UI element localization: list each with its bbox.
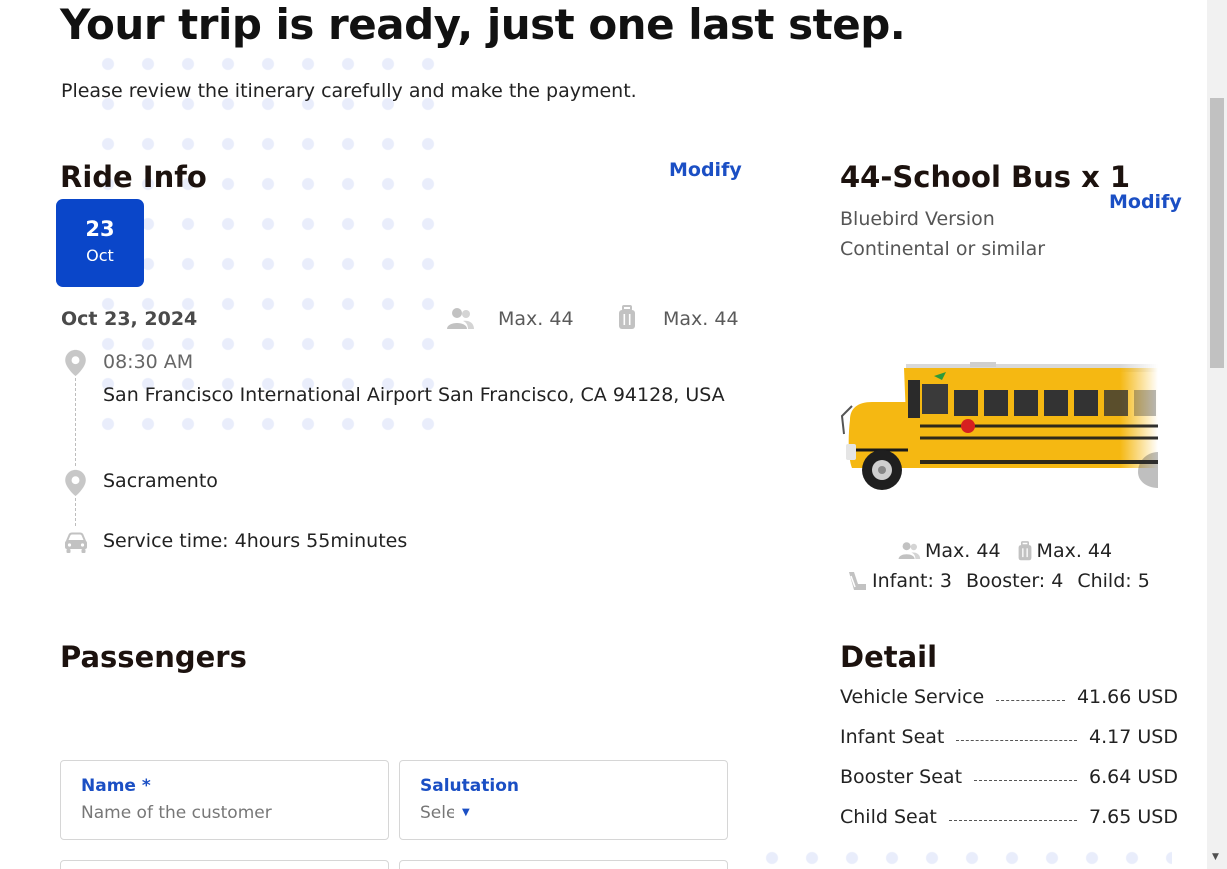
date-badge-month: Oct xyxy=(86,246,114,265)
dropoff-location-pin-icon xyxy=(65,469,86,497)
date-badge-day: 23 xyxy=(85,217,115,241)
dotted-leader xyxy=(948,819,1078,821)
page-title: Your trip is ready, just one last step. xyxy=(60,0,906,49)
timeline-connector xyxy=(75,378,76,466)
next-field[interactable] xyxy=(399,860,728,869)
scrollbar[interactable]: ▼ xyxy=(1207,0,1227,869)
service-time: Service time: 4hours 55minutes xyxy=(103,530,408,552)
detail-title: Detail xyxy=(840,640,938,674)
ride-info-title: Ride Info xyxy=(60,160,207,194)
ride-info-modify-link[interactable]: Modify xyxy=(669,159,742,181)
vehicle-max-passengers: Max. 44 xyxy=(925,540,1001,562)
detail-row-child-seat: Child Seat 7.65 USD xyxy=(840,806,1178,828)
car-icon xyxy=(65,532,87,553)
name-field-label: Name * xyxy=(81,776,151,796)
page-subtitle: Please review the itinerary carefully an… xyxy=(61,80,637,102)
decorative-dot-pattern xyxy=(752,838,1172,869)
luggage-icon xyxy=(619,305,635,329)
detail-amount: 4.17 USD xyxy=(1089,726,1178,748)
ride-max-luggage: Max. 44 xyxy=(663,308,739,330)
vehicle-seats-row: Infant: 3 Booster: 4 Child: 5 xyxy=(846,570,1150,592)
luggage-icon xyxy=(1018,540,1031,560)
chevron-down-icon[interactable]: ▼ xyxy=(462,807,470,818)
detail-amount: 6.64 USD xyxy=(1089,766,1178,788)
infant-seat-count: Infant: 3 xyxy=(872,570,952,592)
next-field[interactable] xyxy=(60,860,389,869)
scrollbar-thumb[interactable] xyxy=(1210,98,1224,368)
vehicle-modify-link[interactable]: Modify xyxy=(1109,191,1182,213)
detail-row-infant-seat: Infant Seat 4.17 USD xyxy=(840,726,1178,748)
salutation-label: Salutation xyxy=(420,776,519,796)
pickup-location-pin-icon xyxy=(65,349,86,377)
passengers-icon xyxy=(898,542,921,559)
detail-row-vehicle-service: Vehicle Service 41.66 USD xyxy=(840,686,1178,708)
scroll-down-arrow-icon[interactable]: ▼ xyxy=(1212,852,1219,862)
name-input[interactable] xyxy=(81,803,361,823)
pickup-address: San Francisco International Airport San … xyxy=(103,384,725,406)
dotted-leader xyxy=(956,739,1078,741)
vehicle-version: Bluebird Version xyxy=(840,208,995,230)
vehicle-similar: Continental or similar xyxy=(840,238,1046,260)
passengers-title: Passengers xyxy=(60,640,247,674)
checkout-page: Your trip is ready, just one last step. … xyxy=(0,0,1227,869)
detail-label: Infant Seat xyxy=(840,726,945,748)
child-seat-count: Child: 5 xyxy=(1077,570,1150,592)
car-seat-icon xyxy=(849,572,866,590)
ride-max-passengers: Max. 44 xyxy=(498,308,574,330)
dotted-leader xyxy=(996,699,1065,701)
timeline-connector xyxy=(75,498,76,526)
detail-label: Booster Seat xyxy=(840,766,963,788)
detail-label: Vehicle Service xyxy=(840,686,985,708)
detail-label: Child Seat xyxy=(840,806,937,828)
date-badge: 23 Oct xyxy=(56,199,144,287)
school-bus-image xyxy=(840,362,1158,490)
pickup-time: 08:30 AM xyxy=(103,351,194,373)
vehicle-title: 44-School Bus x 1 xyxy=(840,160,1131,194)
detail-amount: 41.66 USD xyxy=(1076,686,1178,708)
salutation-select[interactable]: Salutation Select ▼ xyxy=(399,760,728,840)
passengers-icon xyxy=(447,308,474,329)
name-field[interactable]: Name * xyxy=(60,760,389,840)
booster-seat-count: Booster: 4 xyxy=(966,570,1064,592)
ride-date: Oct 23, 2024 xyxy=(61,308,198,330)
dotted-leader xyxy=(974,779,1078,781)
dropoff-location: Sacramento xyxy=(103,470,218,492)
vehicle-capacity-row: Max. 44 Max. 44 xyxy=(897,540,1112,562)
salutation-value: Select xyxy=(420,803,454,823)
detail-amount: 7.65 USD xyxy=(1089,806,1178,828)
vehicle-max-luggage: Max. 44 xyxy=(1036,540,1113,562)
detail-row-booster-seat: Booster Seat 6.64 USD xyxy=(840,766,1178,788)
